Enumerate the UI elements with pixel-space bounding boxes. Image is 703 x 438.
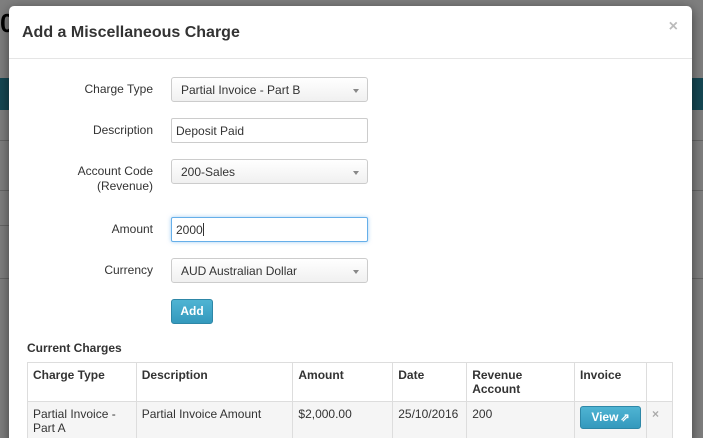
cell-description: Partial Invoice Amount <box>135 401 294 438</box>
add-button[interactable]: Add <box>171 299 213 324</box>
add-misc-charge-modal: Add a Miscellaneous Charge × Charge Type… <box>9 6 692 438</box>
external-link-icon: ⇗ <box>620 412 630 424</box>
cell-revenue-account: 200 <box>466 401 575 438</box>
account-code-value: 200-Sales <box>181 165 236 179</box>
cell-date: 25/10/2016 <box>392 401 468 438</box>
account-code-label: Account Code (Revenue) <box>13 164 153 194</box>
currency-value: AUD Australian Dollar <box>181 264 298 278</box>
currency-select[interactable]: AUD Australian Dollar <box>171 258 368 283</box>
cell-charge-type: Partial Invoice - Part A <box>27 401 137 438</box>
amount-value: 2000 <box>176 223 203 237</box>
view-button-label: View <box>591 410 619 424</box>
column-header-actions <box>646 362 673 402</box>
current-charges-table: Charge Type Description Amount Date Reve… <box>27 362 673 438</box>
text-cursor <box>202 223 204 236</box>
caret-down-icon <box>353 270 359 274</box>
column-header-date: Date <box>392 362 468 402</box>
amount-input[interactable]: 2000 <box>171 217 368 242</box>
modal-title: Add a Miscellaneous Charge <box>22 24 240 41</box>
account-code-select[interactable]: 200-Sales <box>171 159 368 184</box>
column-header-invoice: Invoice <box>574 362 647 402</box>
description-input[interactable]: Deposit Paid <box>171 118 368 143</box>
account-code-label-line2: (Revenue) <box>96 179 153 193</box>
remove-charge-icon[interactable]: × <box>646 401 673 438</box>
close-icon[interactable]: × <box>669 18 678 36</box>
current-charges-title: Current Charges <box>27 341 122 355</box>
account-code-label-line1: Account Code <box>77 164 153 178</box>
description-value: Deposit Paid <box>176 124 245 138</box>
currency-label: Currency <box>104 263 153 277</box>
charge-type-label: Charge Type <box>84 82 154 96</box>
cell-amount: $2,000.00 <box>292 401 394 438</box>
column-header-description: Description <box>135 362 294 402</box>
table-row: Partial Invoice - Part A Partial Invoice… <box>27 401 673 438</box>
description-label: Description <box>92 123 153 137</box>
charge-type-select[interactable]: Partial Invoice - Part B <box>171 77 368 102</box>
column-header-charge-type: Charge Type <box>27 362 137 402</box>
cell-invoice: View ⇗ <box>574 401 647 438</box>
caret-down-icon <box>353 89 359 93</box>
amount-label: Amount <box>111 222 153 236</box>
modal-header: Add a Miscellaneous Charge × <box>9 6 692 59</box>
table-header-row: Charge Type Description Amount Date Reve… <box>27 362 673 402</box>
column-header-amount: Amount <box>292 362 394 402</box>
view-invoice-button[interactable]: View ⇗ <box>580 406 641 429</box>
column-header-revenue-account: Revenue Account <box>466 362 575 402</box>
charge-type-value: Partial Invoice - Part B <box>181 83 301 97</box>
caret-down-icon <box>353 171 359 175</box>
